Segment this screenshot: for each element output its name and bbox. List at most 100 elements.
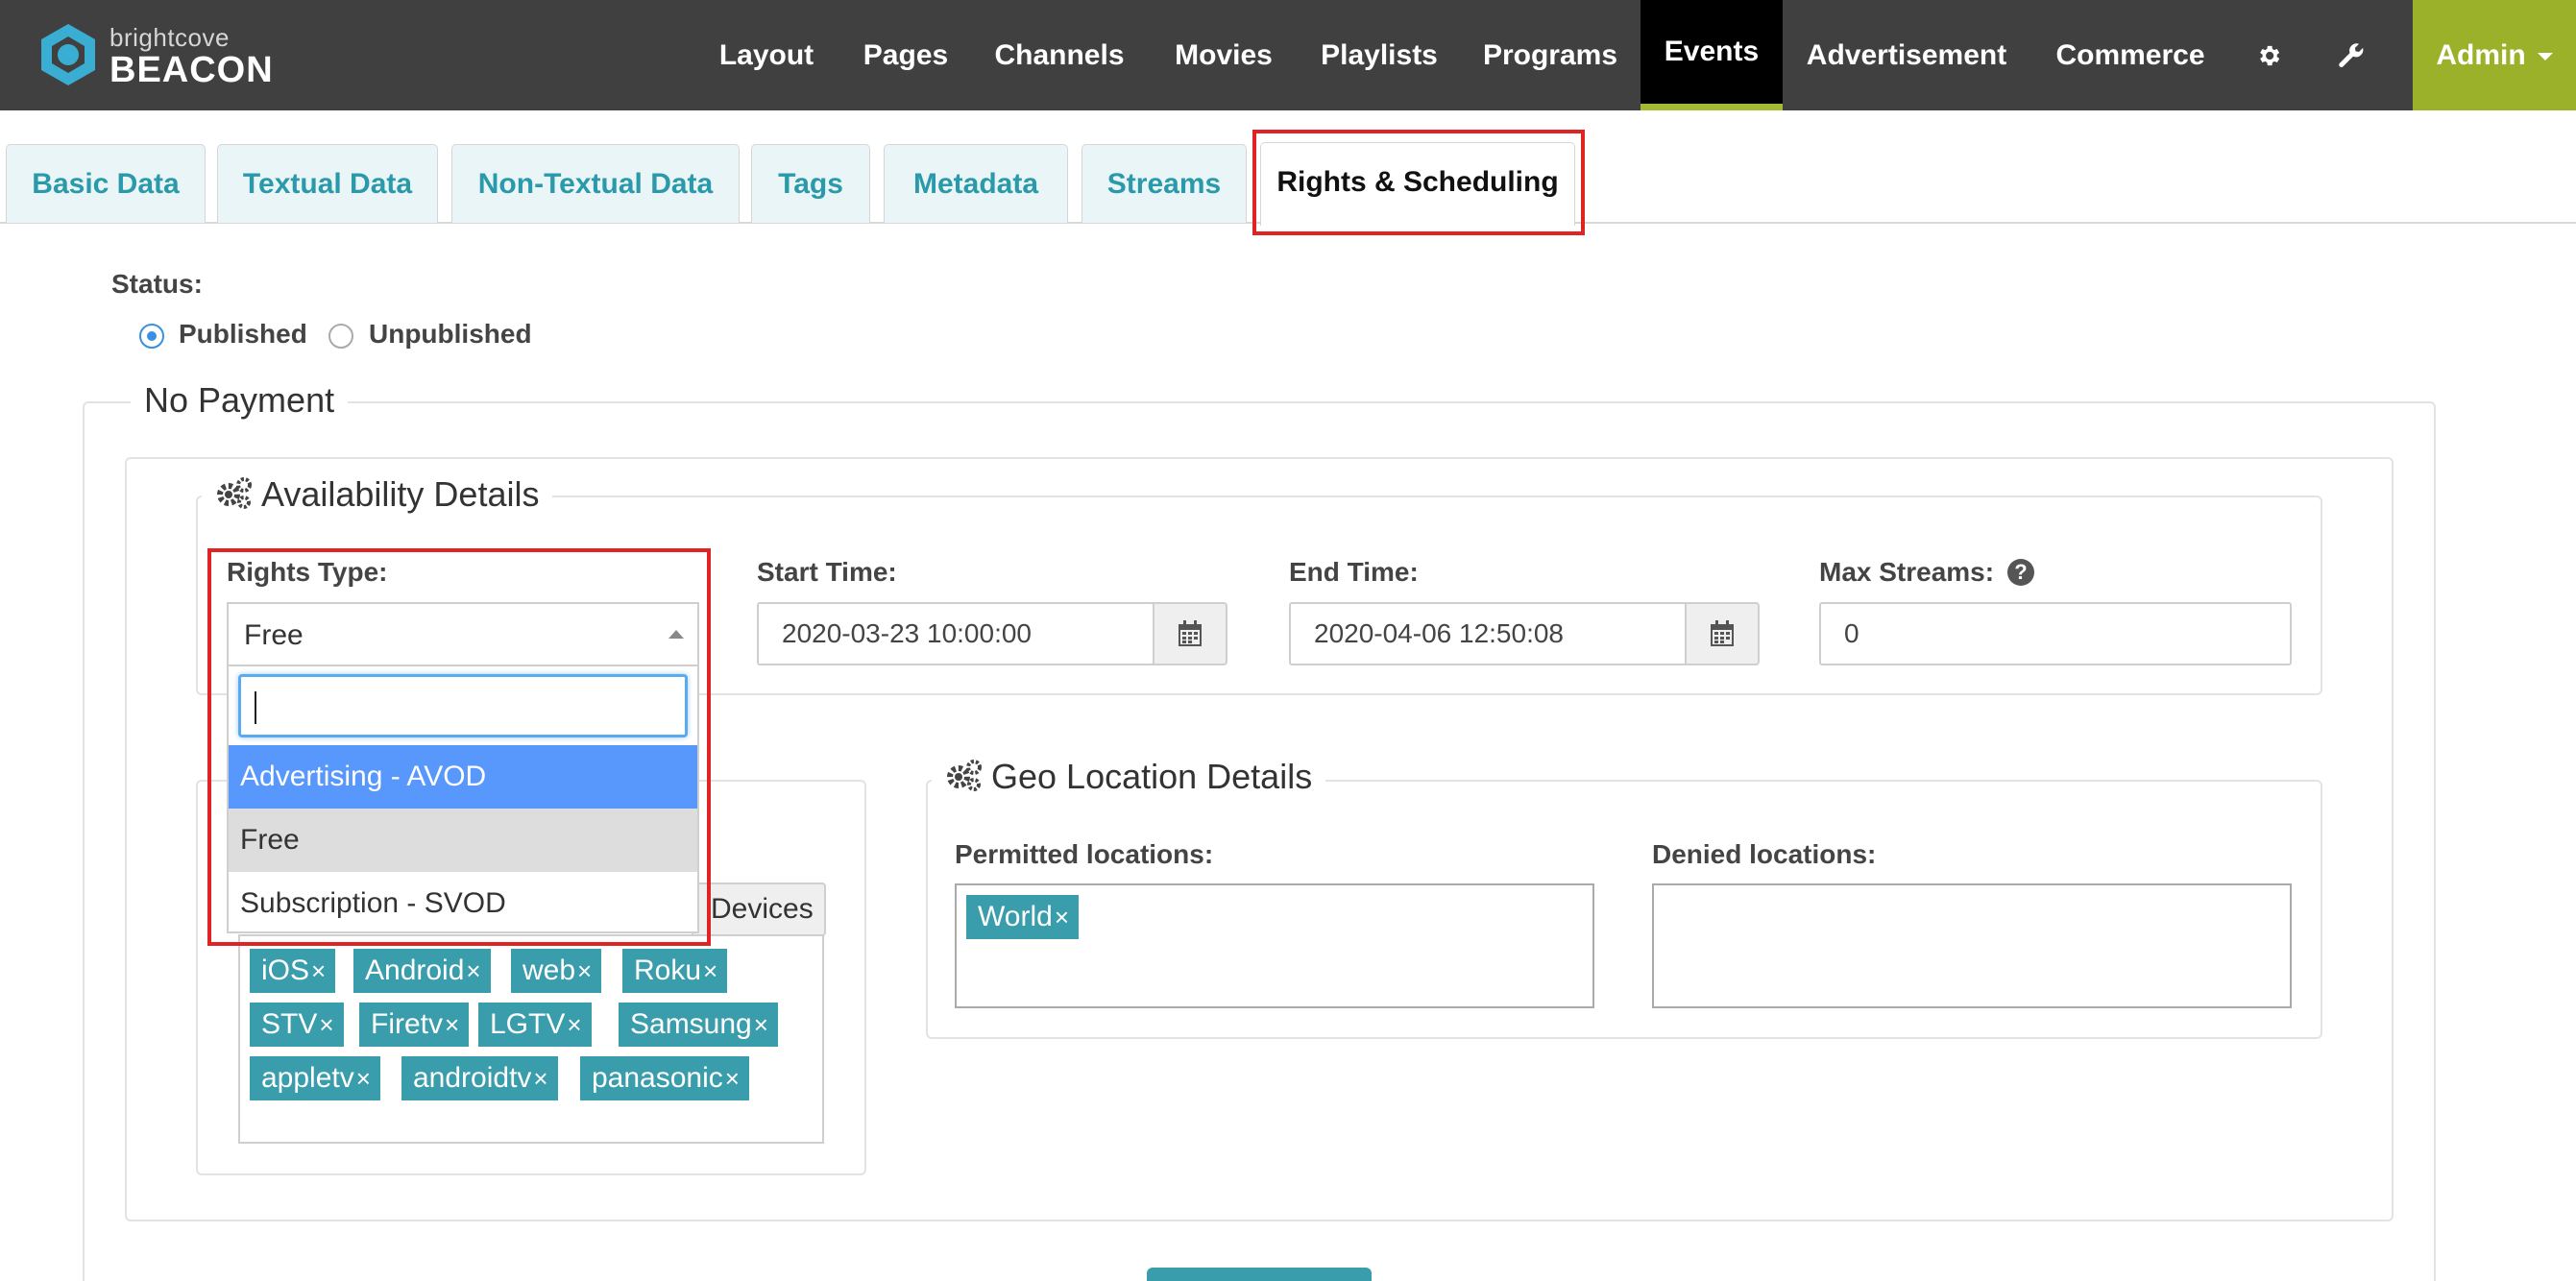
device-tag-text: Roku	[634, 955, 702, 986]
admin-menu[interactable]: Admin	[2413, 0, 2576, 110]
permitted-locations-input[interactable]: World×	[955, 883, 1594, 1008]
remove-tag-icon[interactable]: ×	[703, 956, 717, 985]
gears-icon	[215, 475, 254, 519]
permitted-location-tag[interactable]: World×	[966, 895, 1079, 939]
geo-legend: Geo Location Details	[932, 757, 1326, 801]
device-tag-text: panasonic	[592, 1062, 723, 1094]
device-tag-text: web	[522, 955, 576, 986]
chevron-up-icon	[668, 630, 684, 639]
start-time-calendar-button[interactable]	[1153, 602, 1227, 665]
option-advertising-avod[interactable]: Advertising - AVOD	[229, 745, 697, 809]
device-tag-text: Android	[365, 955, 465, 986]
status-label: Status:	[111, 269, 203, 299]
remove-tag-icon[interactable]: ×	[319, 1010, 333, 1039]
device-tag[interactable]: androidtv×	[401, 1056, 558, 1100]
remove-tag-icon[interactable]: ×	[1055, 903, 1069, 931]
device-tag[interactable]: Android×	[353, 949, 491, 993]
device-tag-text: LGTV	[490, 1008, 566, 1040]
remove-tag-icon[interactable]: ×	[567, 1010, 581, 1039]
tab-rights-scheduling[interactable]: Rights & Scheduling	[1260, 142, 1575, 226]
rights-type-label: Rights Type:	[227, 557, 388, 587]
device-tag[interactable]: Firetv×	[359, 1003, 470, 1047]
hexagon-logo-icon	[41, 24, 95, 85]
top-navbar: brightcove BEACON Layout Pages Channels …	[0, 0, 2576, 110]
device-tag[interactable]: panasonic×	[580, 1056, 749, 1100]
tab-streams[interactable]: Streams	[1081, 144, 1247, 223]
device-tag-text: Samsung	[630, 1008, 752, 1040]
tab-non-textual-data[interactable]: Non-Textual Data	[451, 144, 740, 223]
help-icon[interactable]: ?	[2007, 559, 2034, 586]
end-time-calendar-button[interactable]	[1685, 602, 1760, 665]
option-subscription-svod[interactable]: Subscription - SVOD	[229, 872, 697, 935]
start-time-label: Start Time:	[757, 557, 897, 587]
remove-tag-icon[interactable]: ×	[311, 956, 326, 985]
calendar-icon	[1711, 620, 1734, 646]
device-tag[interactable]: appletv×	[250, 1056, 380, 1100]
end-time-input[interactable]: 2020-04-06 12:50:08	[1289, 602, 1687, 665]
rights-type-dropdown: Advertising - AVOD Free Subscription - S…	[227, 665, 699, 933]
device-tag[interactable]: Samsung×	[619, 1003, 778, 1047]
device-tag[interactable]: web×	[511, 949, 602, 993]
device-tag[interactable]: iOS×	[250, 949, 336, 993]
tab-tags[interactable]: Tags	[751, 144, 870, 223]
nav-channels[interactable]: Channels	[989, 0, 1130, 110]
radio-published-label: Published	[179, 319, 307, 349]
option-free[interactable]: Free	[229, 809, 697, 872]
permitted-location-text: World	[978, 901, 1053, 932]
nav-advertisement[interactable]: Advertisement	[1804, 0, 2009, 110]
gear-icon[interactable]	[2240, 0, 2297, 110]
rights-type-value: Free	[244, 619, 304, 651]
calendar-icon	[1179, 620, 1202, 646]
text-cursor	[255, 691, 256, 724]
admin-label: Admin	[2436, 39, 2526, 71]
rights-type-search-input[interactable]	[238, 674, 688, 737]
remove-tag-icon[interactable]: ×	[466, 956, 480, 985]
nav-pages[interactable]: Pages	[853, 0, 959, 110]
save-button[interactable]	[1147, 1268, 1372, 1281]
rights-type-select[interactable]: Free	[227, 602, 699, 665]
device-tag-text: iOS	[261, 955, 310, 986]
remove-tag-icon[interactable]: ×	[725, 1064, 740, 1093]
device-tag[interactable]: LGTV×	[478, 1003, 592, 1047]
device-tag-text: Firetv	[371, 1008, 443, 1040]
tab-basic-data[interactable]: Basic Data	[6, 144, 206, 223]
device-tag[interactable]: STV×	[250, 1003, 344, 1047]
chevron-down-icon	[2537, 53, 2553, 61]
logo-small-text: brightcove	[109, 23, 230, 52]
remove-tag-icon[interactable]: ×	[754, 1010, 768, 1039]
logo-big-text: BEACON	[109, 50, 274, 90]
geo-legend-text: Geo Location Details	[991, 757, 1313, 796]
radio-published[interactable]	[139, 324, 164, 349]
device-tag-text: STV	[261, 1008, 318, 1040]
nav-movies[interactable]: Movies	[1164, 0, 1283, 110]
radio-unpublished-label: Unpublished	[369, 319, 532, 349]
denied-locations-label: Denied locations:	[1652, 839, 1877, 869]
device-tag-text: androidtv	[413, 1062, 532, 1094]
nav-commerce[interactable]: Commerce	[2046, 0, 2215, 110]
nav-layout[interactable]: Layout	[709, 0, 824, 110]
tab-metadata[interactable]: Metadata	[884, 144, 1068, 223]
max-streams-label: Max Streams:	[1819, 557, 1995, 587]
brightcove-beacon-logo[interactable]: brightcove BEACON	[35, 21, 284, 90]
permitted-locations-label: Permitted locations:	[955, 839, 1214, 869]
device-tag[interactable]: Roku×	[622, 949, 728, 993]
remove-tag-icon[interactable]: ×	[577, 956, 592, 985]
end-time-label: End Time:	[1289, 557, 1419, 587]
gears-icon	[945, 758, 984, 801]
no-payment-legend: No Payment	[131, 380, 349, 421]
nav-playlists[interactable]: Playlists	[1316, 0, 1443, 110]
radio-unpublished[interactable]	[328, 324, 353, 349]
remove-tag-icon[interactable]: ×	[533, 1064, 547, 1093]
nav-programs[interactable]: Programs	[1475, 0, 1625, 110]
availability-legend: Availability Details	[202, 474, 553, 519]
nav-events[interactable]: Events	[1640, 0, 1783, 110]
remove-tag-icon[interactable]: ×	[445, 1010, 459, 1039]
remove-tag-icon[interactable]: ×	[356, 1064, 371, 1093]
start-time-input[interactable]: 2020-03-23 10:00:00	[757, 602, 1154, 665]
max-streams-input[interactable]: 0	[1819, 602, 2292, 665]
wrench-icon[interactable]	[2322, 0, 2380, 110]
denied-locations-input[interactable]	[1652, 883, 2292, 1008]
tab-textual-data[interactable]: Textual Data	[217, 144, 438, 223]
devices-addon: Devices	[692, 882, 826, 936]
availability-legend-text: Availability Details	[261, 474, 540, 514]
